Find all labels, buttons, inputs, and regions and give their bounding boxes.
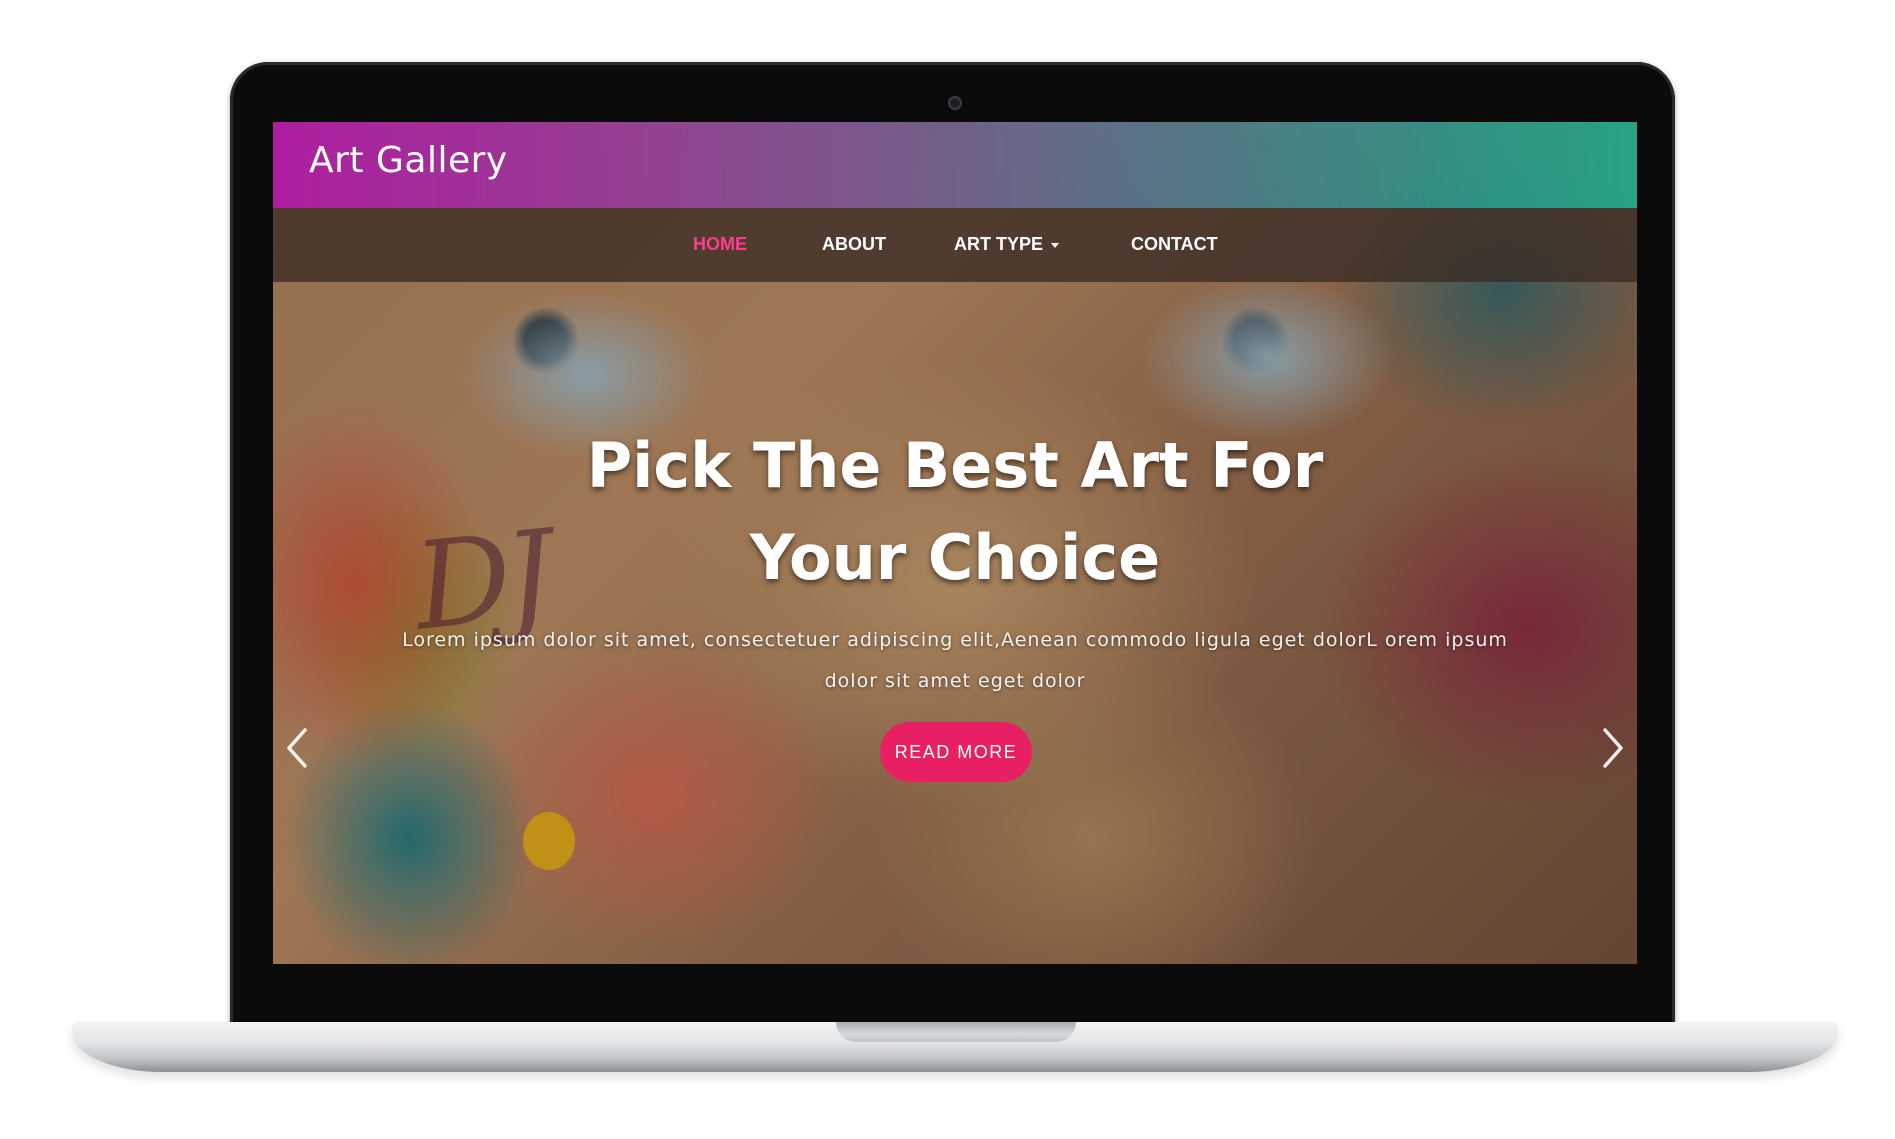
hero-title: Pick The Best Art For Your Choice: [273, 420, 1637, 604]
nav-list: HOME ABOUT ART TYPE CONTACT: [273, 208, 1637, 282]
caret-down-icon: [1051, 242, 1060, 248]
hero-title-line2: Your Choice: [749, 521, 1161, 594]
laptop-mockup: DJ Art Gallery HOME ABOUT ART TYPE CONTA…: [0, 0, 1895, 1139]
nav-item-home[interactable]: HOME: [693, 234, 747, 255]
nav-item-label: ART TYPE: [954, 234, 1044, 254]
nav-item-label: CONTACT: [1131, 234, 1218, 254]
nav-item-contact[interactable]: CONTACT: [1131, 234, 1218, 255]
nav-item-label: ABOUT: [822, 234, 886, 254]
read-more-button[interactable]: READ MORE: [880, 722, 1032, 782]
main-navigation: HOME ABOUT ART TYPE CONTACT: [273, 208, 1637, 282]
chevron-right-icon: [1603, 728, 1623, 768]
webcam-icon: [947, 96, 962, 110]
nav-item-art-type[interactable]: ART TYPE: [954, 234, 1060, 255]
site-logo[interactable]: Art Gallery: [309, 140, 508, 181]
chevron-left-icon: [287, 728, 307, 768]
website-screen: DJ Art Gallery HOME ABOUT ART TYPE CONTA…: [273, 122, 1637, 964]
laptop-notch: [836, 1022, 1076, 1042]
site-header: Art Gallery: [273, 122, 1637, 208]
hero-title-line1: Pick The Best Art For: [586, 429, 1324, 502]
carousel-prev-button[interactable]: [283, 724, 311, 772]
nav-item-label: HOME: [693, 234, 747, 254]
carousel-next-button[interactable]: [1599, 724, 1627, 772]
hero-description: Lorem ipsum dolor sit amet, consectetuer…: [402, 629, 1508, 692]
nav-item-about[interactable]: ABOUT: [822, 234, 886, 255]
